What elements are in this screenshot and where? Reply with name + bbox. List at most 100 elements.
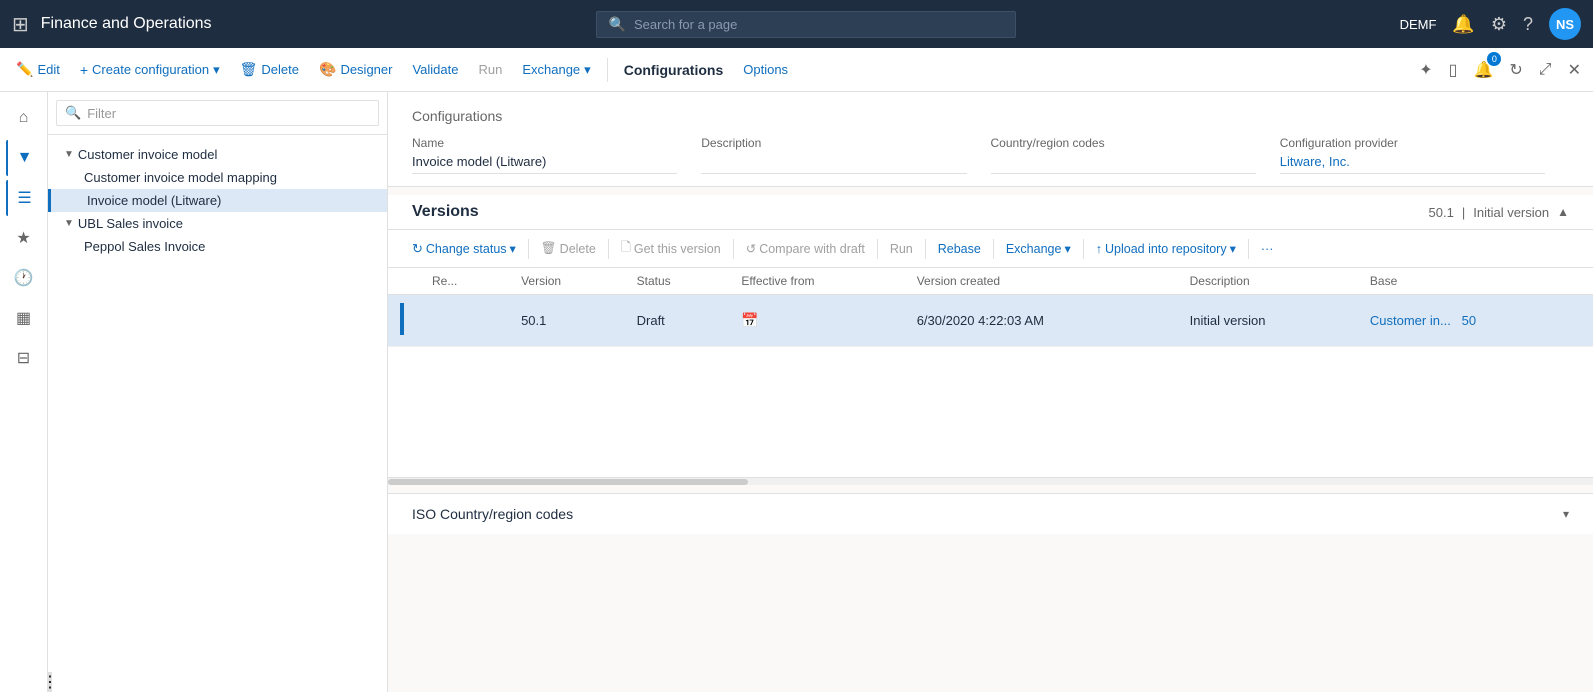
row-selected-indicator <box>388 295 420 347</box>
search-icon: 🔍 <box>609 16 626 33</box>
clock-icon[interactable]: 🕐 <box>6 260 42 296</box>
versions-delete-button[interactable]: 🗑 Delete <box>533 237 604 260</box>
main-content: Configurations Name Invoice model (Litwa… <box>388 92 1593 692</box>
avatar[interactable]: NS <box>1549 8 1581 40</box>
tree-item-invoice-model-litware[interactable]: Invoice model (Litware) <box>48 189 387 212</box>
scrollbar-thumb[interactable] <box>388 479 748 485</box>
col-header-version: Version <box>509 268 625 295</box>
settings-icon[interactable]: ⚙ <box>1491 14 1507 35</box>
cell-effective-from: 📅 <box>729 295 904 347</box>
tree-arrow-ubl-icon: ▼ <box>64 218 74 229</box>
cell-base-link[interactable]: Customer in... <box>1370 313 1451 328</box>
v-separator-6 <box>993 239 994 259</box>
grid-icon[interactable]: ▦ <box>6 300 42 336</box>
refresh-icon[interactable]: ↻ <box>1505 56 1526 84</box>
filter-search-icon: 🔍 <box>65 105 81 121</box>
tree-content: ▼ Customer invoice model Customer invoic… <box>48 135 387 672</box>
tree-item-customer-invoice-model[interactable]: ▼ Customer invoice model <box>48 143 387 166</box>
notification-icon[interactable]: 🔔 <box>1452 14 1474 35</box>
config-section-title: Configurations <box>412 108 1569 124</box>
app-title: Finance and Operations <box>41 15 212 33</box>
compare-with-draft-button[interactable]: ↺ Compare with draft <box>738 237 873 260</box>
v-separator-1 <box>528 239 529 259</box>
versions-info: 50.1 | Initial version ▲ <box>1429 205 1569 220</box>
config-provider-value[interactable]: Litware, Inc. <box>1280 154 1545 174</box>
open-new-icon[interactable]: ⤢ <box>1535 57 1556 83</box>
tree-item-ubl-sales-invoice[interactable]: ▼ UBL Sales invoice <box>48 212 387 235</box>
upload-repository-button[interactable]: ↑ Upload into repository ▾ <box>1088 237 1244 260</box>
options-button[interactable]: Options <box>735 58 796 81</box>
app-grid-icon[interactable]: ⊞ <box>12 12 29 37</box>
more-options-button[interactable]: ··· <box>1253 238 1282 260</box>
favorites-icon[interactable]: ✦ <box>1415 56 1436 84</box>
close-icon[interactable]: ✕ <box>1564 56 1585 84</box>
filter-box: 🔍 <box>48 92 387 135</box>
get-this-version-button[interactable]: 🗋 Get this version <box>613 234 729 263</box>
exchange-button[interactable]: Exchange ▾ <box>514 58 598 82</box>
v-separator-3 <box>733 239 734 259</box>
iso-header[interactable]: ISO Country/region codes ▾ <box>388 494 1593 534</box>
tree-panel: 🔍 ▼ Customer invoice model Customer invo… <box>48 92 388 692</box>
table-row[interactable]: 50.1 Draft 📅 6/30/2020 4:22:03 AM Initia… <box>388 295 1593 347</box>
main-layout: ⌂ ▼ ☰ ★ 🕐 ▦ ⊟ 🔍 ▼ Customer invoice model… <box>0 92 1593 692</box>
list-icon[interactable]: ☰ <box>6 180 42 216</box>
iso-collapse-icon[interactable]: ▾ <box>1563 507 1569 521</box>
versions-collapse-icon[interactable]: ▲ <box>1557 205 1569 219</box>
col-header-description: Description <box>1178 268 1358 295</box>
edit-button[interactable]: ✏️ Edit <box>8 57 68 82</box>
ellipsis-icon: ··· <box>1261 242 1274 256</box>
versions-exchange-button[interactable]: Exchange ▾ <box>998 237 1079 260</box>
col-header-record: Re... <box>420 268 509 295</box>
designer-icon: 🎨 <box>319 61 336 78</box>
top-navigation: ⊞ Finance and Operations 🔍 DEMF 🔔 ⚙ ? NS <box>0 0 1593 48</box>
exchange-chevron-icon: ▾ <box>584 62 591 78</box>
iso-title: ISO Country/region codes <box>412 506 1563 522</box>
calendar-icon[interactable]: 📅 <box>741 312 758 328</box>
upload-icon: ↑ <box>1096 242 1102 256</box>
get-version-icon: 🗋 <box>621 238 631 259</box>
delete-button[interactable]: 🗑 Delete <box>232 57 307 82</box>
v-separator-7 <box>1083 239 1084 259</box>
v-separator-8 <box>1248 239 1249 259</box>
filter-icon[interactable]: ▼ <box>6 140 42 176</box>
v-separator-4 <box>877 239 878 259</box>
star-icon[interactable]: ★ <box>6 220 42 256</box>
cell-description: Initial version <box>1178 295 1358 347</box>
config-header: Configurations Name Invoice model (Litwa… <box>388 92 1593 187</box>
version-number: 50.1 <box>1429 205 1454 220</box>
search-box: 🔍 <box>596 11 1016 38</box>
cell-base: Customer in... 50 <box>1358 295 1593 347</box>
cell-version-created: 6/30/2020 4:22:03 AM <box>905 295 1178 347</box>
help-icon[interactable]: ? <box>1523 14 1533 35</box>
horizontal-scrollbar[interactable] <box>388 477 1593 485</box>
tree-item-peppol-sales-invoice[interactable]: Peppol Sales Invoice <box>48 235 387 258</box>
config-fields: Name Invoice model (Litware) Description… <box>412 136 1569 186</box>
table-icon[interactable]: ⊟ <box>6 340 42 376</box>
cell-base-number[interactable]: 50 <box>1462 313 1476 328</box>
cell-record <box>420 295 509 347</box>
version-label: Initial version <box>1473 205 1549 220</box>
panel-icon[interactable]: ▯ <box>1445 56 1462 84</box>
compare-icon: ↺ <box>746 241 756 256</box>
v-separator-5 <box>925 239 926 259</box>
change-status-button[interactable]: ↻ Change status ▾ <box>404 237 524 261</box>
config-name-label: Name <box>412 136 677 150</box>
tree-item-customer-invoice-model-mapping[interactable]: Customer invoice model mapping <box>48 166 387 189</box>
validate-button[interactable]: Validate <box>404 58 466 81</box>
col-header-effective-from: Effective from <box>729 268 904 295</box>
v-separator-2 <box>608 239 609 259</box>
run-button[interactable]: Run <box>470 58 510 81</box>
configurations-button[interactable]: Configurations <box>616 58 732 82</box>
designer-button[interactable]: 🎨 Designer <box>311 57 400 82</box>
search-input[interactable] <box>634 17 1003 32</box>
notifications-badge-icon[interactable]: 🔔0 <box>1469 56 1497 84</box>
home-icon[interactable]: ⌂ <box>6 100 42 136</box>
panel-resizer[interactable]: ⋮ <box>48 672 52 692</box>
col-header-version-created: Version created <box>905 268 1178 295</box>
versions-toolbar: ↻ Change status ▾ 🗑 Delete 🗋 Get this ve… <box>388 230 1593 268</box>
versions-run-button[interactable]: Run <box>882 238 921 260</box>
rebase-button[interactable]: Rebase <box>930 238 989 260</box>
filter-input[interactable] <box>87 106 370 121</box>
create-config-button[interactable]: + Create configuration ▾ <box>72 58 228 82</box>
config-description-value <box>701 154 966 174</box>
